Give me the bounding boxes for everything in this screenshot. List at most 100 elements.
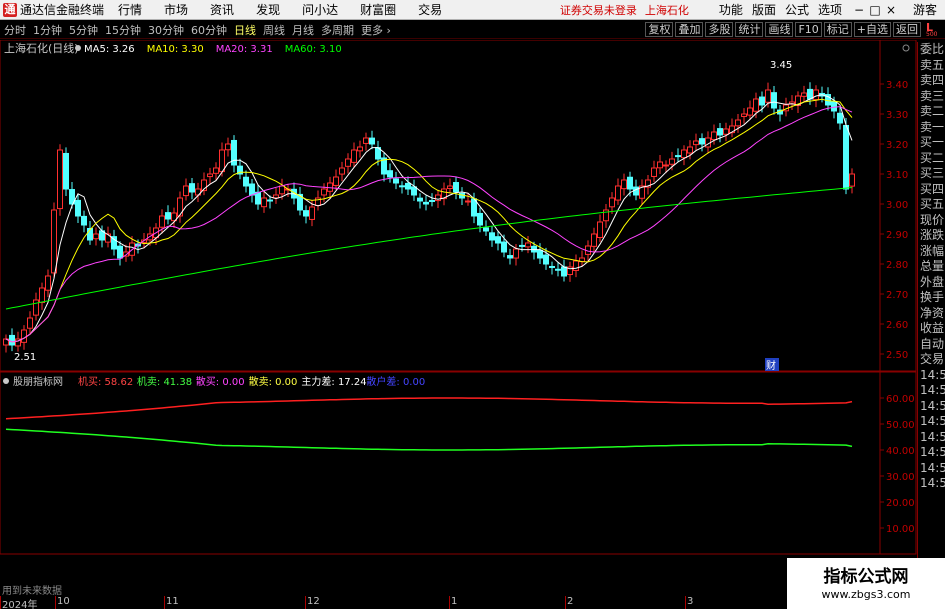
period-weekly[interactable]: 周线 — [260, 22, 288, 38]
time-list: 14:5614:5614:5614:5614:5614:5614:5614:56 — [918, 368, 945, 492]
menu-faxian[interactable]: 发现 — [256, 1, 280, 18]
candle-body — [81, 215, 87, 226]
candle-body — [345, 158, 351, 167]
cai-badge-label: 财 — [766, 359, 776, 372]
period-60min[interactable]: 60分钟 — [188, 22, 230, 38]
period-5min[interactable]: 5分钟 — [66, 22, 101, 38]
kline-chart-svg[interactable]: 2.50 2.60 2.70 2.80 2.90 3.00 3.10 3.20 3.30 3.40… — [0, 40, 917, 609]
quote-label[interactable]: 卖一 — [918, 120, 945, 136]
period-multi[interactable]: 多周期 — [318, 22, 357, 38]
guest-login[interactable]: 游客 — [913, 1, 937, 18]
back-button[interactable]: 返回 — [893, 22, 921, 37]
menu-wenxiaoda[interactable]: 问小达 — [302, 1, 338, 18]
candle-body — [597, 221, 603, 239]
y-tick-label: 3.10 — [886, 170, 908, 181]
quote-label[interactable]: 买三 — [918, 166, 945, 182]
quote-label[interactable]: 换手 — [918, 290, 945, 306]
quote-label[interactable]: 净资 — [918, 306, 945, 322]
diejia-button[interactable]: 叠加 — [675, 22, 704, 37]
menu-gongneng[interactable]: 功能 — [719, 1, 743, 18]
candle-body — [759, 96, 765, 106]
candle-body — [33, 299, 39, 316]
candle-body — [165, 212, 171, 220]
indicator-value-label: 机卖: 41.38 — [137, 375, 192, 388]
period-1min[interactable]: 1分钟 — [30, 22, 65, 38]
quote-label[interactable]: 收益 — [918, 321, 945, 337]
candle-body — [339, 167, 345, 175]
menu-zixun[interactable]: 资讯 — [210, 1, 234, 18]
candle-body — [573, 260, 579, 271]
biaoji-button[interactable]: 标记 — [823, 22, 852, 37]
menu-gongshi[interactable]: 公式 — [785, 1, 809, 18]
indicator-frame — [0, 371, 917, 555]
candle-body — [75, 199, 81, 217]
tick-time: 14:56 — [920, 367, 945, 382]
quote-label[interactable]: 买一 — [918, 135, 945, 151]
quote-label[interactable]: 委比 — [918, 42, 945, 58]
ma20-line — [5, 106, 853, 343]
menu-hangqing[interactable]: 行情 — [118, 1, 142, 18]
quote-label[interactable]: 交易 — [918, 352, 945, 368]
minimize-icon[interactable]: − — [851, 3, 867, 17]
chart-area[interactable]: 2.50 2.60 2.70 2.80 2.90 3.00 3.10 3.20 3.30 3.40… — [0, 40, 945, 609]
candle-body — [501, 241, 507, 253]
ma-settings-icon — [75, 45, 81, 51]
tongji-button[interactable]: 统计 — [735, 22, 764, 37]
quote-label[interactable]: 涨幅 — [918, 244, 945, 260]
candle-body — [9, 334, 15, 346]
quote-label[interactable]: 买二 — [918, 151, 945, 167]
add-watchlist-button[interactable]: +自选 — [853, 22, 891, 37]
date-axis-label: 11 — [166, 596, 179, 607]
candle-body — [45, 275, 51, 291]
candle-body — [711, 131, 717, 141]
close-icon[interactable]: × — [883, 3, 899, 17]
quote-label[interactable]: 买五 — [918, 197, 945, 213]
quote-label[interactable]: 买四 — [918, 182, 945, 198]
period-more[interactable]: 更多 › — [358, 22, 394, 38]
candle-body — [837, 112, 843, 124]
menu-jiaoyi[interactable]: 交易 — [418, 1, 442, 18]
y-tick-label: 3.00 — [886, 200, 908, 211]
candle-body — [333, 176, 339, 186]
menu-banmian[interactable]: 版面 — [752, 1, 776, 18]
candle-body — [465, 200, 471, 203]
quote-label[interactable]: 外盘 — [918, 275, 945, 291]
quote-label[interactable]: 卖三 — [918, 89, 945, 105]
duogu-button[interactable]: 多股 — [705, 22, 734, 37]
menu-caifuquan[interactable]: 财富圈 — [360, 1, 396, 18]
quote-label[interactable]: 自动 — [918, 337, 945, 353]
quote-label[interactable]: 总量 — [918, 259, 945, 275]
candle-body — [213, 167, 219, 174]
period-15min[interactable]: 15分钟 — [102, 22, 144, 38]
date-axis-tick — [685, 596, 686, 609]
f10-button[interactable]: F10 — [795, 22, 822, 37]
candle-body — [657, 161, 663, 169]
tick-time: 14:56 — [920, 476, 945, 490]
fuquan-button[interactable]: 复权 — [645, 22, 674, 37]
period-daily[interactable]: 日线 — [231, 22, 259, 38]
huaxian-button[interactable]: 画线 — [765, 22, 794, 37]
level-badge[interactable]: L 500 — [923, 21, 945, 39]
menu-shichang[interactable]: 市场 — [164, 1, 188, 18]
period-30min[interactable]: 30分钟 — [145, 22, 187, 38]
quote-label[interactable]: 涨跌 — [918, 228, 945, 244]
candle-body — [771, 92, 777, 109]
candle-body — [477, 212, 483, 226]
candle-body — [243, 176, 249, 187]
maximize-icon[interactable]: □ — [867, 3, 883, 17]
candle-body — [735, 119, 741, 127]
menu-xuanxiang[interactable]: 选项 — [818, 1, 842, 18]
candle-body — [207, 173, 213, 178]
candle-body — [363, 137, 369, 144]
period-fenshi[interactable]: 分时 — [1, 22, 29, 38]
candle-body — [57, 149, 63, 210]
period-monthly[interactable]: 月线 — [289, 22, 317, 38]
quote-label[interactable]: 卖四 — [918, 73, 945, 89]
date-axis-label: 2024年 — [2, 600, 38, 609]
quote-label[interactable]: 卖二 — [918, 104, 945, 120]
quote-label[interactable]: 卖五 — [918, 58, 945, 74]
candle-body — [189, 183, 195, 193]
quote-label[interactable]: 现价 — [918, 213, 945, 229]
candle-body — [387, 170, 393, 178]
tick-time: 14:56 — [920, 445, 945, 459]
